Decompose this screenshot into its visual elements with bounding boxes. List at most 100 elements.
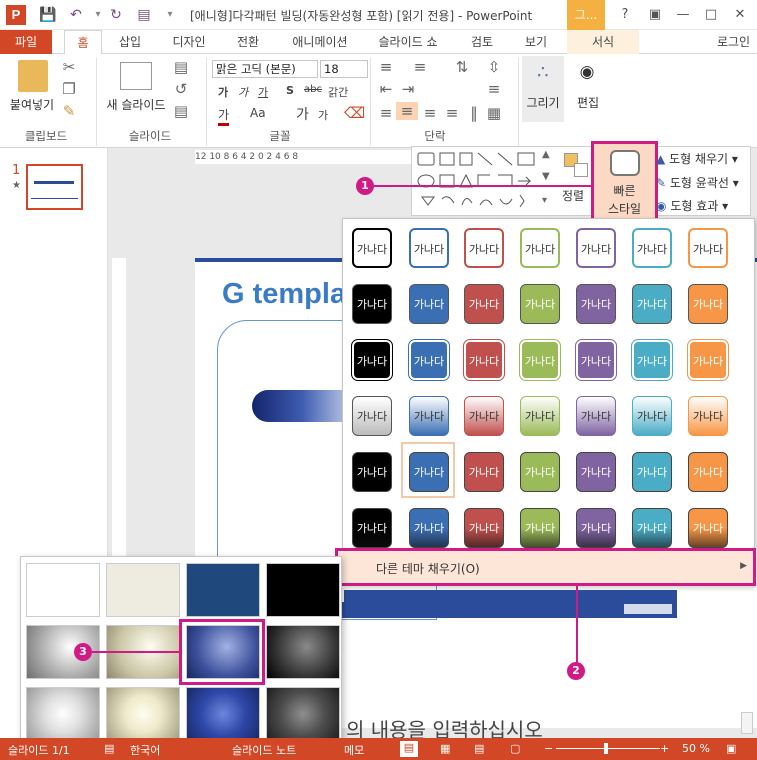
gallery-scroll-down-icon[interactable]: ▼ <box>542 171 550 182</box>
fill-swatch-black-gradient[interactable] <box>266 625 340 679</box>
drawing-button[interactable]: 그리기 <box>522 94 564 111</box>
align-left-icon[interactable]: ≡ <box>376 104 396 122</box>
quick-style-swatch-subtle-5[interactable]: 가나다 <box>576 340 616 380</box>
customize-toolbar-icon[interactable]: ▾ <box>160 5 180 25</box>
numbering-icon[interactable]: ≡ <box>410 58 430 76</box>
fill-swatch-blue-radial[interactable] <box>186 687 260 741</box>
gallery-scroll-up-icon[interactable]: ▲ <box>542 149 550 160</box>
shadow-button[interactable]: S <box>286 84 294 97</box>
zoom-out-icon[interactable]: − <box>544 742 553 755</box>
quick-style-swatch-intense-7[interactable]: 가나다 <box>688 452 728 492</box>
quick-style-swatch-solid-2[interactable]: 가나다 <box>409 284 449 324</box>
zoom-slider-track[interactable] <box>556 748 660 749</box>
quick-style-swatch-solid-6[interactable]: 가나다 <box>632 284 672 324</box>
change-case-button[interactable]: Aa <box>250 106 266 120</box>
quick-style-swatch-subtle-4[interactable]: 가나다 <box>520 340 560 380</box>
slideshow-start-icon[interactable]: ▤ <box>134 5 154 25</box>
section-icon[interactable]: ▤ <box>172 102 190 120</box>
font-size-select[interactable]: 18 <box>320 60 368 78</box>
arrange-button[interactable]: 정렬 <box>562 187 584 204</box>
fill-swatch-black[interactable] <box>266 563 340 617</box>
scrollbar[interactable] <box>741 712 753 734</box>
grow-font-button[interactable]: 가 <box>296 104 309 124</box>
quick-style-swatch-glossy-6[interactable]: 가나다 <box>632 508 672 548</box>
strikethrough-button[interactable]: abc <box>304 84 322 95</box>
underline-button[interactable]: 가 <box>258 84 268 100</box>
fill-swatch-silver-radial[interactable] <box>26 687 100 741</box>
fill-swatch-dark-radial[interactable] <box>266 687 340 741</box>
tab-insert[interactable]: 삽입 <box>110 30 150 54</box>
decrease-indent-icon[interactable]: ⇤ <box>376 80 396 98</box>
columns-icon[interactable]: ‖ <box>464 104 484 122</box>
quick-style-swatch-solid-3[interactable]: 가나다 <box>464 284 504 324</box>
quick-style-swatch-glossy-1[interactable]: 가나다 <box>352 508 392 548</box>
fill-swatch-cream[interactable] <box>106 563 180 617</box>
quick-style-swatch-outline-5[interactable]: 가나다 <box>576 228 616 268</box>
more-theme-fills-item[interactable]: 다른 테마 채우기(O) ▶ <box>335 548 756 586</box>
fit-to-window-icon[interactable]: ▣ <box>726 742 736 755</box>
zoom-slider-thumb[interactable] <box>604 743 608 754</box>
quick-style-swatch-outline-6[interactable]: 가나다 <box>632 228 672 268</box>
text-direction-icon[interactable]: ⇳ <box>484 58 504 76</box>
quick-style-swatch-subtle-3[interactable]: 가나다 <box>464 340 504 380</box>
align-center-icon[interactable]: ≡ <box>396 102 418 120</box>
slide-sorter-icon[interactable]: ▦ <box>440 742 450 755</box>
editing-button[interactable]: 편집 <box>568 94 608 111</box>
shrink-font-button[interactable]: 가 <box>318 107 328 123</box>
quick-style-swatch-intense-3[interactable]: 가나다 <box>464 452 504 492</box>
quick-style-swatch-glossy-7[interactable]: 가나다 <box>688 508 728 548</box>
char-spacing-button[interactable]: 갉간 <box>328 84 348 100</box>
quick-style-swatch-outline-3[interactable]: 가나다 <box>464 228 504 268</box>
quick-style-swatch-solid-5[interactable]: 가나다 <box>576 284 616 324</box>
signin-link[interactable]: 로그인 <box>710 30 757 54</box>
quick-style-swatch-light-1[interactable]: 가나다 <box>352 396 392 436</box>
tab-view[interactable]: 보기 <box>514 30 558 54</box>
slide-title[interactable]: G templa <box>222 278 346 311</box>
reading-view-icon[interactable]: ▤ <box>474 742 484 755</box>
tab-home[interactable]: 홈 <box>64 30 102 55</box>
quick-style-swatch-outline-1[interactable]: 가나다 <box>352 228 392 268</box>
tab-review[interactable]: 검토 <box>460 30 504 54</box>
comments-button[interactable]: 메모 <box>344 742 364 758</box>
quick-style-swatch-outline-7[interactable]: 가나다 <box>688 228 728 268</box>
quick-style-swatch-solid-1[interactable]: 가나다 <box>352 284 392 324</box>
help-button[interactable]: ? <box>614 5 636 25</box>
drawing-icon[interactable]: ∴ <box>532 62 554 83</box>
minimize-icon[interactable]: — <box>672 5 694 25</box>
slide-thumbnail[interactable] <box>26 164 83 210</box>
tab-format[interactable]: 서식 <box>578 30 628 54</box>
quick-style-swatch-glossy-2[interactable]: 가나다 <box>409 508 449 548</box>
bold-button[interactable]: 가 <box>218 84 228 100</box>
quick-style-swatch-glossy-4[interactable]: 가나다 <box>520 508 560 548</box>
quick-style-swatch-glossy-3[interactable]: 가나다 <box>464 508 504 548</box>
clear-format-icon[interactable]: ⌫ <box>344 104 365 122</box>
quick-style-swatch-outline-2[interactable]: 가나다 <box>409 228 449 268</box>
paste-button[interactable]: 붙여넣기 <box>4 96 60 113</box>
reset-icon[interactable]: ↺ <box>172 80 190 98</box>
shape-fill-button[interactable]: ▲ 도형 채우기 ▾ <box>656 150 738 167</box>
fill-swatch-navy[interactable] <box>186 563 260 617</box>
undo-icon[interactable]: ↶ <box>66 5 86 25</box>
tab-transitions[interactable]: 전환 <box>226 30 270 54</box>
quick-style-swatch-subtle-6[interactable]: 가나다 <box>632 340 672 380</box>
redo-icon[interactable]: ↻ <box>106 5 126 25</box>
new-slide-button[interactable]: 새 슬라이드 <box>100 96 172 113</box>
quick-style-swatch-light-3[interactable]: 가나다 <box>464 396 504 436</box>
fill-swatch-ivory-radial[interactable] <box>106 687 180 741</box>
arrange-icon[interactable] <box>564 153 590 179</box>
quick-style-swatch-light-2[interactable]: 가나다 <box>409 396 449 436</box>
copy-icon[interactable]: ❐ <box>60 80 78 98</box>
justify-icon[interactable]: ≡ <box>442 104 462 122</box>
italic-button[interactable]: 가 <box>238 84 248 100</box>
shape-outline-button[interactable]: ✎ 도형 윤곽선 ▾ <box>656 174 739 191</box>
notes-button[interactable]: 슬라이드 노트 <box>232 742 296 758</box>
align-text-icon[interactable]: ≡ <box>484 80 504 98</box>
gallery-more-icon[interactable]: ▾ <box>542 195 547 206</box>
shape-effects-button[interactable]: ◉ 도형 효과 ▾ <box>656 197 728 214</box>
font-color-button[interactable]: 가 <box>218 106 230 126</box>
quick-style-swatch-subtle-1[interactable]: 가나다 <box>352 340 392 380</box>
quick-style-swatch-glossy-5[interactable]: 가나다 <box>576 508 616 548</box>
increase-indent-icon[interactable]: ⇥ <box>398 80 418 98</box>
maximize-icon[interactable]: □ <box>700 5 722 25</box>
quick-style-swatch-solid-4[interactable]: 가나다 <box>520 284 560 324</box>
